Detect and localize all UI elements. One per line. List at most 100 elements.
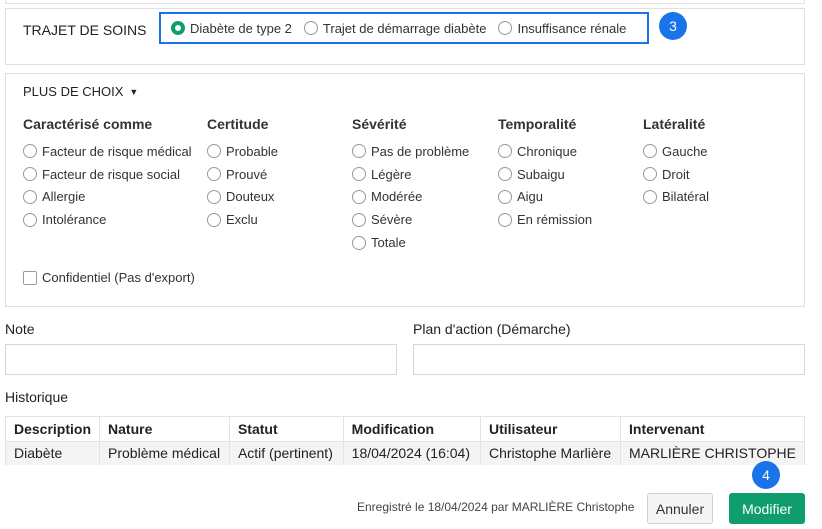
radio-icon[interactable] <box>207 167 221 182</box>
cell-nature: Problème médical <box>99 441 230 465</box>
history-label: Historique <box>5 389 69 405</box>
option-label: En rémission <box>517 212 593 228</box>
option-mild[interactable]: Légère <box>352 163 469 186</box>
radio-icon[interactable] <box>352 189 366 204</box>
step-badge-3: 3 <box>659 12 687 40</box>
pathway-option-renal-failure[interactable]: Insuffisance rénale <box>498 21 626 36</box>
radio-icon[interactable] <box>207 212 221 227</box>
modify-button[interactable]: Modifier <box>729 493 805 524</box>
option-acute[interactable]: Aigu <box>498 186 592 209</box>
radio-icon[interactable] <box>498 144 512 159</box>
temporality-group: Temporalité Chronique Subaigu Aigu En ré… <box>498 116 592 231</box>
step-badge-4: 4 <box>752 461 780 489</box>
option-moderate[interactable]: Modérée <box>352 186 469 209</box>
option-label: Douteux <box>226 189 275 205</box>
radio-icon[interactable] <box>352 235 366 250</box>
radio-checked-icon[interactable] <box>171 21 185 35</box>
col-modification: Modification <box>342 416 481 442</box>
note-label: Note <box>5 321 35 337</box>
radio-icon[interactable] <box>352 212 366 227</box>
action-plan-input[interactable] <box>413 344 805 375</box>
history-table: Description Nature Statut Modification U… <box>4 416 805 465</box>
option-label: Droit <box>662 166 690 182</box>
col-status: Statut <box>228 416 344 442</box>
option-label: Subaigu <box>517 166 565 182</box>
confidential-checkbox[interactable]: Confidentiel (Pas d'export) <box>23 270 195 285</box>
radio-icon[interactable] <box>352 144 366 159</box>
pathway-option-diabetes-type2[interactable]: Diabète de type 2 <box>171 21 292 36</box>
option-label: Légère <box>371 166 412 182</box>
radio-icon[interactable] <box>498 212 512 227</box>
option-label: Intolérance <box>42 212 107 228</box>
care-pathway-options: Diabète de type 2 Trajet de démarrage di… <box>159 12 649 44</box>
option-label: Bilatéral <box>662 189 709 205</box>
option-excluded[interactable]: Exclu <box>207 208 278 231</box>
option-label: Facteur de risque médical <box>42 143 192 159</box>
cell-practitioner: MARLIÈRE CHRISTOPHE <box>620 441 805 465</box>
more-choices-toggle[interactable]: PLUS DE CHOIX ▼ <box>23 84 138 99</box>
laterality-group: Latéralité Gauche Droit Bilatéral <box>643 116 709 208</box>
group-title: Sévérité <box>352 116 407 132</box>
option-right[interactable]: Droit <box>643 163 709 186</box>
saved-info: Enregistré le 18/04/2024 par MARLIÈRE Ch… <box>357 500 635 514</box>
care-pathway-panel: TRAJET DE SOINS Diabète de type 2 Trajet… <box>5 8 805 65</box>
history-header-row: Description Nature Statut Modification U… <box>4 416 805 442</box>
option-bilateral[interactable]: Bilatéral <box>643 186 709 209</box>
severity-group: Sévérité Pas de problème Légère Modérée … <box>352 116 469 254</box>
option-total[interactable]: Totale <box>352 231 469 254</box>
option-label: Facteur de risque social <box>42 166 181 182</box>
confidential-label: Confidentiel (Pas d'export) <box>42 270 195 285</box>
pathway-option-label: Diabète de type 2 <box>190 20 292 36</box>
option-allergy[interactable]: Allergie <box>23 186 192 209</box>
cancel-button[interactable]: Annuler <box>647 493 713 524</box>
option-in-remission[interactable]: En rémission <box>498 208 592 231</box>
radio-icon[interactable] <box>498 21 513 35</box>
option-subacute[interactable]: Subaigu <box>498 163 592 186</box>
option-probable[interactable]: Probable <box>207 140 278 163</box>
option-social-risk-factor[interactable]: Facteur de risque social <box>23 163 192 186</box>
option-doubtful[interactable]: Douteux <box>207 186 278 209</box>
option-proven[interactable]: Prouvé <box>207 163 278 186</box>
radio-icon[interactable] <box>498 167 512 182</box>
option-no-problem[interactable]: Pas de problème <box>352 140 469 163</box>
radio-icon[interactable] <box>23 167 37 182</box>
option-label: Chronique <box>517 143 577 159</box>
option-left[interactable]: Gauche <box>643 140 709 163</box>
option-label: Gauche <box>662 143 708 159</box>
checkbox-icon[interactable] <box>23 270 37 285</box>
radio-icon[interactable] <box>352 167 366 182</box>
table-row[interactable]: Diabète Problème médical Actif (pertinen… <box>4 441 805 465</box>
note-input[interactable] <box>5 344 397 375</box>
option-label: Sévère <box>371 212 413 228</box>
option-label: Totale <box>371 235 406 251</box>
radio-icon[interactable] <box>207 144 221 159</box>
radio-icon[interactable] <box>643 189 657 204</box>
option-chronic[interactable]: Chronique <box>498 140 592 163</box>
radio-icon[interactable] <box>23 212 37 227</box>
col-nature: Nature <box>99 416 230 442</box>
pathway-option-diabetes-start[interactable]: Trajet de démarrage diabète <box>303 21 486 36</box>
option-intolerance[interactable]: Intolérance <box>23 208 192 231</box>
more-choices-title: PLUS DE CHOIX <box>23 84 124 99</box>
more-choices-panel: PLUS DE CHOIX ▼ Caractérisé comme Facteu… <box>5 73 805 307</box>
certainty-group: Certitude Probable Prouvé Douteux Exclu <box>207 116 278 231</box>
radio-icon[interactable] <box>303 21 318 35</box>
option-label: Aigu <box>517 189 544 205</box>
group-title: Temporalité <box>498 116 577 132</box>
radio-icon[interactable] <box>643 167 657 182</box>
care-pathway-label: TRAJET DE SOINS <box>23 22 147 38</box>
action-plan-label: Plan d'action (Démarche) <box>413 321 571 337</box>
col-description: Description <box>4 416 101 442</box>
cell-user: Christophe Marlière <box>479 441 622 465</box>
characterized-as-group: Caractérisé comme Facteur de risque médi… <box>23 116 192 231</box>
option-label: Allergie <box>42 189 86 205</box>
col-practitioner: Intervenant <box>620 416 805 442</box>
radio-icon[interactable] <box>23 144 37 159</box>
option-severe[interactable]: Sévère <box>352 208 469 231</box>
radio-icon[interactable] <box>498 189 512 204</box>
option-medical-risk-factor[interactable]: Facteur de risque médical <box>23 140 192 163</box>
radio-icon[interactable] <box>207 189 221 204</box>
radio-icon[interactable] <box>643 144 657 159</box>
radio-icon[interactable] <box>23 189 37 204</box>
group-title: Caractérisé comme <box>23 116 153 132</box>
